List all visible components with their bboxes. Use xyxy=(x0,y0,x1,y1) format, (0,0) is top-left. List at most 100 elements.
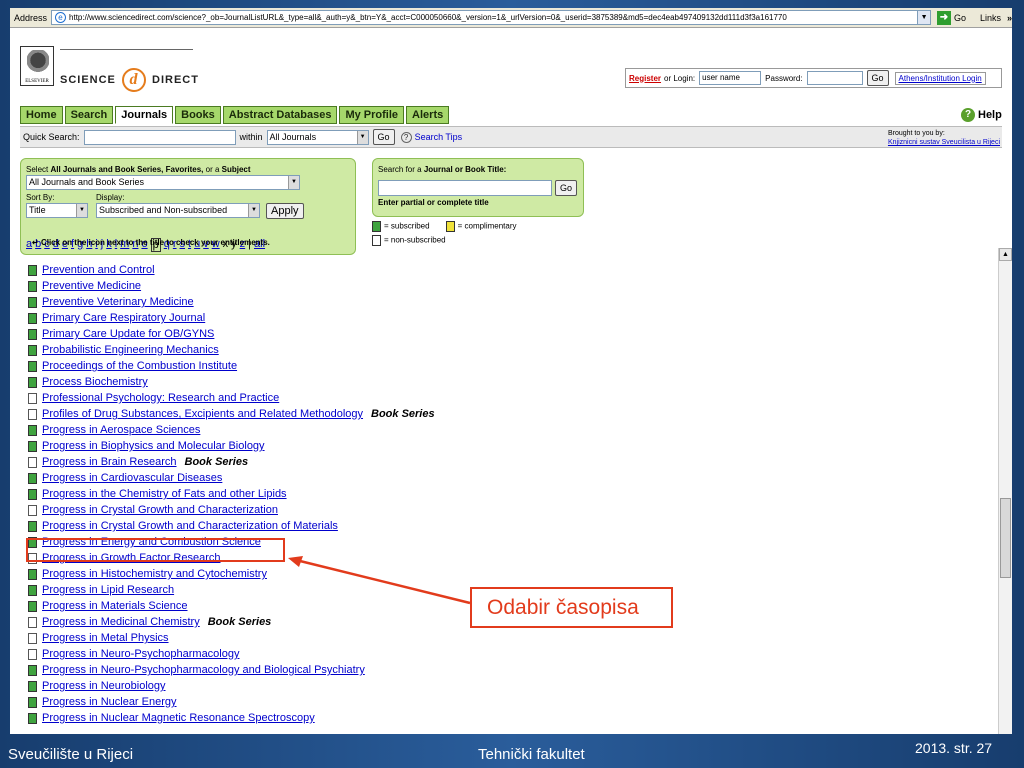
brought-to-you-by: Brought to you by: Knjiznicni sustav Sve… xyxy=(888,129,1000,147)
tab-journals[interactable]: Journals xyxy=(115,106,174,124)
non-subscribed-icon[interactable] xyxy=(28,504,37,516)
subscribed-icon[interactable] xyxy=(28,488,37,500)
login-go-button[interactable]: Go xyxy=(866,70,889,86)
display-select[interactable]: Subscribed and Non-subscribed ▼ xyxy=(96,203,260,218)
journal-title-link[interactable]: Progress in Histochemistry and Cytochemi… xyxy=(42,568,267,580)
title-search-input[interactable] xyxy=(378,180,552,196)
non-subscribed-icon[interactable] xyxy=(28,616,37,628)
subscribed-icon[interactable] xyxy=(28,296,37,308)
journal-title-link[interactable]: Progress in Neuro-Psychopharmacology and… xyxy=(42,664,365,676)
links-toolbar[interactable]: Links xyxy=(980,13,1001,23)
journal-title-link[interactable]: Primary Care Update for OB/GYNS xyxy=(42,328,214,340)
password-input[interactable] xyxy=(806,71,863,85)
browser-go-button[interactable]: Go xyxy=(954,13,966,23)
journal-title-link[interactable]: Prevention and Control xyxy=(42,264,155,276)
search-tips-link[interactable]: ? Search Tips xyxy=(400,131,462,143)
tab-abstract-databases[interactable]: Abstract Databases xyxy=(222,106,338,124)
journal-title-link[interactable]: Progress in Lipid Research xyxy=(42,584,174,596)
journal-title-link[interactable]: Profiles of Drug Substances, Excipients … xyxy=(42,408,363,420)
subscribed-icon[interactable] xyxy=(28,280,37,292)
sort-select[interactable]: Title ▼ xyxy=(26,203,88,218)
tab-search[interactable]: Search xyxy=(64,106,114,124)
library-link[interactable]: Knjiznicni sustav Sveucilista u Rijeci xyxy=(888,138,1000,147)
journal-title-link[interactable]: Progress in Brain Research xyxy=(42,456,177,468)
subscribed-icon[interactable] xyxy=(28,312,37,324)
non-subscribed-icon[interactable] xyxy=(28,456,37,468)
subscribed-icon[interactable] xyxy=(28,472,37,484)
password-label: Password: xyxy=(765,73,803,83)
quick-search-go-button[interactable]: Go xyxy=(372,129,395,145)
subscribed-icon[interactable] xyxy=(28,696,37,708)
subscribed-icon[interactable] xyxy=(28,600,37,612)
non-subscribed-icon[interactable] xyxy=(28,648,37,660)
book-series-tag: Book Series xyxy=(207,616,272,628)
athens-login-link[interactable]: Athens/Institution Login xyxy=(894,71,986,85)
journal-title-link[interactable]: Progress in the Chemistry of Fats and ot… xyxy=(42,488,287,500)
help-link[interactable]: ? Help xyxy=(961,108,1002,122)
subscribed-icon[interactable] xyxy=(28,520,37,532)
subscribed-icon[interactable] xyxy=(28,440,37,452)
vertical-scrollbar[interactable]: ▲ xyxy=(998,248,1012,734)
quick-search-input[interactable] xyxy=(83,129,236,145)
non-subscribed-icon[interactable] xyxy=(28,632,37,644)
logo-rule xyxy=(60,49,193,50)
journal-title-link[interactable]: Progress in Neurobiology xyxy=(42,680,166,692)
journal-title-link[interactable]: Primary Care Respiratory Journal xyxy=(42,312,205,324)
register-link[interactable]: Register xyxy=(629,74,661,83)
legend-row-2: = non-subscribed xyxy=(372,235,602,246)
tab-home[interactable]: Home xyxy=(20,106,63,124)
go-arrow-icon[interactable]: ➜ xyxy=(937,10,951,25)
non-subscribed-icon[interactable] xyxy=(28,408,37,420)
quick-search-label: Quick Search: xyxy=(23,132,80,142)
within-select[interactable]: All Journals ▼ xyxy=(266,129,369,145)
journal-title-link[interactable]: Progress in Aerospace Sciences xyxy=(42,424,200,436)
select-label-bold2: Subject xyxy=(221,165,251,174)
journal-title-link[interactable]: Probabilistic Engineering Mechanics xyxy=(42,344,219,356)
non-subscribed-icon[interactable] xyxy=(28,392,37,404)
journal-title-link[interactable]: Proceedings of the Combustion Institute xyxy=(42,360,237,372)
apply-button[interactable]: Apply xyxy=(266,203,304,219)
url-dropdown-icon[interactable]: ▼ xyxy=(917,11,931,24)
scroll-thumb[interactable] xyxy=(1000,498,1011,578)
legend-subscribed-label: = subscribed xyxy=(384,221,430,231)
subscribed-icon[interactable] xyxy=(28,360,37,372)
journal-title-link[interactable]: Preventive Veterinary Medicine xyxy=(42,296,194,308)
journal-title-link[interactable]: Progress in Nuclear Magnetic Resonance S… xyxy=(42,712,315,724)
subscribed-icon[interactable] xyxy=(28,568,37,580)
title-search-go-button[interactable]: Go xyxy=(555,180,578,196)
journal-list: Prevention and Control Preventive Medicin… xyxy=(28,254,988,726)
journal-title-link[interactable]: Progress in Biophysics and Molecular Bio… xyxy=(42,440,265,452)
sort-display-row: Sort By: Title ▼ Display: Subscribed and… xyxy=(26,193,350,219)
sciencedirect-logo[interactable]: ELSEVIER SCIENCE d DIRECT xyxy=(20,46,198,92)
journal-title-link[interactable]: Progress in Nuclear Energy xyxy=(42,696,177,708)
links-chevron-icon[interactable]: » xyxy=(1007,13,1012,23)
subscribed-icon[interactable] xyxy=(28,712,37,724)
journal-title-link[interactable]: Progress in Crystal Growth and Character… xyxy=(42,520,338,532)
tab-books[interactable]: Books xyxy=(175,106,221,124)
subscribed-icon[interactable] xyxy=(28,264,37,276)
journal-title-link[interactable]: Progress in Neuro-Psychopharmacology xyxy=(42,648,239,660)
journal-title-link[interactable]: Process Biochemistry xyxy=(42,376,148,388)
subscribed-icon[interactable] xyxy=(28,664,37,676)
journal-title-link[interactable]: Progress in Materials Science xyxy=(42,600,188,612)
journal-title-link[interactable]: Preventive Medicine xyxy=(42,280,141,292)
journal-row: Progress in Biophysics and Molecular Bio… xyxy=(28,438,988,454)
subscribed-icon[interactable] xyxy=(28,376,37,388)
subscribed-icon[interactable] xyxy=(28,328,37,340)
subscribed-icon[interactable] xyxy=(28,680,37,692)
journal-title-link[interactable]: Progress in Metal Physics xyxy=(42,632,169,644)
subject-select[interactable]: All Journals and Book Series ▼ xyxy=(26,175,300,190)
url-input[interactable]: e http://www.sciencedirect.com/science?_… xyxy=(51,10,932,25)
tab-my-profile[interactable]: My Profile xyxy=(339,106,405,124)
journal-title-link[interactable]: Progress in Medicinal Chemistry xyxy=(42,616,200,628)
username-input[interactable]: user name xyxy=(699,71,762,85)
subscribed-icon[interactable] xyxy=(28,424,37,436)
journal-title-link[interactable]: Progress in Cardiovascular Diseases xyxy=(42,472,222,484)
subscribed-icon[interactable] xyxy=(28,584,37,596)
display-label: Display: xyxy=(96,193,125,202)
journal-title-link[interactable]: Professional Psychology: Research and Pr… xyxy=(42,392,279,404)
subscribed-icon[interactable] xyxy=(28,344,37,356)
scroll-up-icon[interactable]: ▲ xyxy=(999,248,1012,261)
tab-alerts[interactable]: Alerts xyxy=(406,106,450,124)
journal-title-link[interactable]: Progress in Crystal Growth and Character… xyxy=(42,504,278,516)
